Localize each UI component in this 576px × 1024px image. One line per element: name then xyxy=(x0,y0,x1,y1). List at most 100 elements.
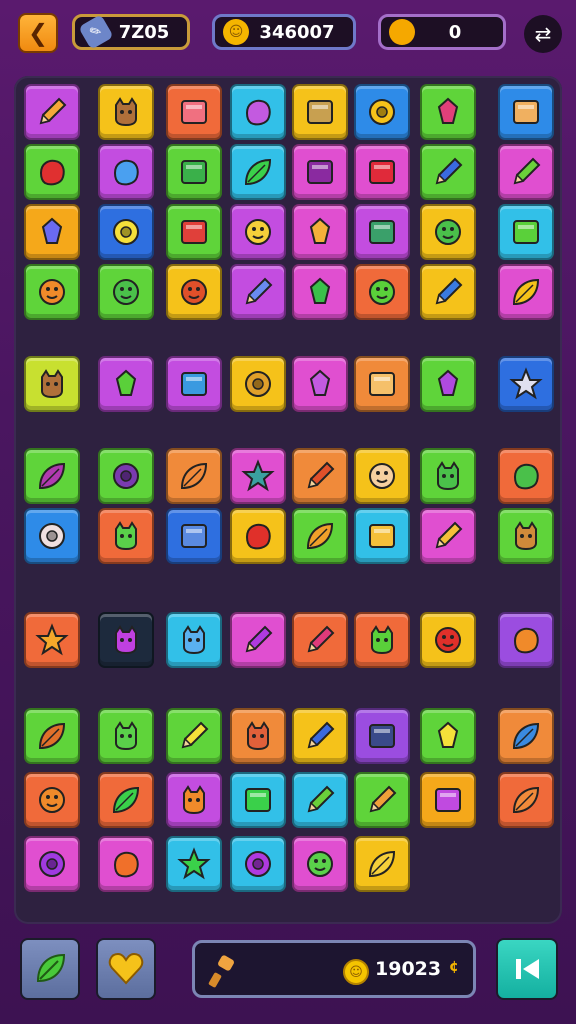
tile-brush[interactable] xyxy=(292,448,348,504)
tile-green-pencil[interactable] xyxy=(498,144,554,200)
tile-green-smile[interactable] xyxy=(354,264,410,320)
tile-gift-box[interactable] xyxy=(166,84,222,140)
tile-blue-blob[interactable] xyxy=(98,144,154,200)
tile-splash[interactable] xyxy=(230,448,286,504)
tile-green-cat[interactable] xyxy=(98,508,154,564)
tile-striped-ball[interactable] xyxy=(24,508,80,564)
tile-cat-face[interactable] xyxy=(498,508,554,564)
tile-orange-blob[interactable] xyxy=(98,836,154,892)
tile-red-bean[interactable] xyxy=(230,508,286,564)
tile-rocket[interactable] xyxy=(230,264,286,320)
tile-star[interactable] xyxy=(24,612,80,668)
tile-green-leaf[interactable] xyxy=(230,144,286,200)
tile-shell[interactable] xyxy=(24,708,80,764)
tile-yellow-fruit[interactable] xyxy=(230,204,286,260)
tile-blue-pencil[interactable] xyxy=(420,144,476,200)
tile-green-gem[interactable] xyxy=(292,264,348,320)
tile-green-battery[interactable] xyxy=(498,204,554,260)
tile-yellow-leaf[interactable] xyxy=(354,836,410,892)
skip-button[interactable] xyxy=(496,938,558,1000)
tile-pizza[interactable] xyxy=(292,204,348,260)
tile-purple-bar[interactable] xyxy=(420,772,476,828)
tile-scrolls[interactable] xyxy=(354,508,410,564)
tile-green-cat[interactable] xyxy=(98,708,154,764)
tile-briefcase[interactable] xyxy=(354,708,410,764)
tile-yellow-ring[interactable] xyxy=(98,204,154,260)
tile-notepad[interactable] xyxy=(498,84,554,140)
tile-yellow-pencil[interactable] xyxy=(420,508,476,564)
tile-green-pencil[interactable] xyxy=(292,772,348,828)
purple-pod-icon xyxy=(38,462,66,490)
score-panel: ☺ 19023 ¢ xyxy=(192,940,476,998)
tile-orange-face[interactable] xyxy=(24,264,80,320)
tile-donut[interactable] xyxy=(354,84,410,140)
tile-orange-face[interactable] xyxy=(24,772,80,828)
tile-sprout[interactable] xyxy=(498,264,554,320)
tile-monkey-face[interactable] xyxy=(98,84,154,140)
tile-bell[interactable] xyxy=(98,356,154,412)
tile-goblin-face[interactable] xyxy=(420,448,476,504)
tile-green-ball[interactable] xyxy=(420,204,476,260)
tile-green-pod[interactable] xyxy=(498,448,554,504)
tile-comet[interactable] xyxy=(498,356,554,412)
tile-lantern[interactable] xyxy=(354,356,410,412)
tile-red-apple[interactable] xyxy=(420,612,476,668)
tile-green-leaf[interactable] xyxy=(98,772,154,828)
green-pencil-icon xyxy=(307,785,335,813)
shuffle-icon: ⇄ xyxy=(534,22,552,46)
leaf-powerup-button[interactable] xyxy=(20,938,80,1000)
tile-green-card[interactable] xyxy=(166,144,222,200)
tile-orange-pencil[interactable] xyxy=(354,772,410,828)
tile-blue-panel[interactable] xyxy=(166,508,222,564)
heart-powerup-button[interactable] xyxy=(96,938,156,1000)
tile-apple[interactable] xyxy=(166,264,222,320)
tile-blue-pencil[interactable] xyxy=(292,708,348,764)
tile-key[interactable] xyxy=(24,204,80,260)
back-button[interactable]: ❮ xyxy=(18,13,58,53)
tile-purple-cat[interactable] xyxy=(98,612,154,668)
tile-orange-feather[interactable] xyxy=(166,448,222,504)
tile-orange-feather[interactable] xyxy=(498,772,554,828)
tile-monkey-face[interactable] xyxy=(24,356,80,412)
tile-treasure-box[interactable] xyxy=(292,84,348,140)
tile-green-star[interactable] xyxy=(166,836,222,892)
tile-red-book[interactable] xyxy=(166,204,222,260)
tile-radish[interactable] xyxy=(420,84,476,140)
tile-striped-egg[interactable] xyxy=(292,836,348,892)
tile-purple-ring[interactable] xyxy=(230,836,286,892)
tile-cloud[interactable] xyxy=(230,84,286,140)
tile-gear-key[interactable] xyxy=(230,356,286,412)
tile-boy-face[interactable] xyxy=(354,448,410,504)
tile-carrot[interactable] xyxy=(24,84,80,140)
tile-pink-pencil[interactable] xyxy=(292,612,348,668)
tile-blue-tube[interactable] xyxy=(420,264,476,320)
tile-green-ball[interactable] xyxy=(98,264,154,320)
tile-crab[interactable] xyxy=(230,708,286,764)
tile-green-bag[interactable] xyxy=(230,772,286,828)
tile-bottle[interactable] xyxy=(166,708,222,764)
tile-cheese[interactable] xyxy=(420,708,476,764)
tile-jar[interactable] xyxy=(166,356,222,412)
tile-purple-card[interactable] xyxy=(292,144,348,200)
star-icon xyxy=(35,623,69,656)
tile-blue-leaf[interactable] xyxy=(498,708,554,764)
leaf-icon xyxy=(36,953,66,983)
bell-icon xyxy=(115,369,137,396)
tile-purple-pod[interactable] xyxy=(24,448,80,504)
tile-green-monster[interactable] xyxy=(354,612,410,668)
tile-orange-leaf[interactable] xyxy=(292,508,348,564)
shuffle-button[interactable]: ⇄ xyxy=(524,15,562,53)
tile-orange-balloon[interactable] xyxy=(498,612,554,668)
tile-blue-cat[interactable] xyxy=(166,612,222,668)
tile-wreath[interactable] xyxy=(98,448,154,504)
tile-drumstick[interactable] xyxy=(24,144,80,200)
tile-red-box[interactable] xyxy=(354,144,410,200)
tile-purple-wing[interactable] xyxy=(420,356,476,412)
blue-pencil-icon xyxy=(435,157,463,185)
tile-orange-cat[interactable] xyxy=(166,772,222,828)
tile-purple-pencil[interactable] xyxy=(230,612,286,668)
orange-leaf-icon xyxy=(306,522,334,550)
tile-arrow[interactable] xyxy=(292,356,348,412)
tile-green-box[interactable] xyxy=(354,204,410,260)
tile-purple-berry[interactable] xyxy=(24,836,80,892)
